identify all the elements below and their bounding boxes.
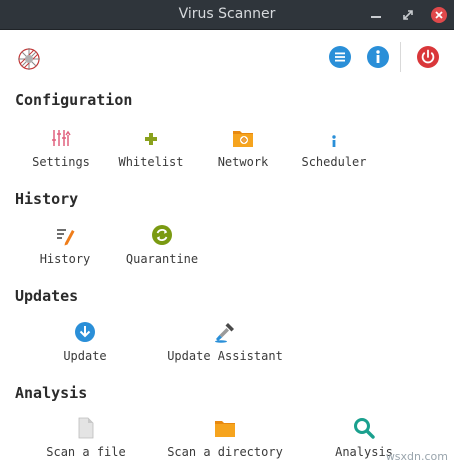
- network-label: Network: [217, 155, 269, 169]
- scheduler-label: Scheduler: [301, 155, 367, 169]
- toolbar-separator: [400, 42, 401, 72]
- update-label: Update: [63, 349, 107, 363]
- section-title-updates: Updates: [15, 287, 79, 305]
- toolbar: [0, 30, 454, 84]
- history-label: History: [39, 252, 91, 266]
- history-list-icon: [57, 229, 75, 246]
- window-title: Virus Scanner: [178, 6, 276, 22]
- plus-icon: [145, 133, 157, 145]
- folder-icon: [215, 421, 235, 437]
- scan-a-directory-button[interactable]: Scan a directory: [166, 417, 284, 459]
- menu-icon[interactable]: [328, 45, 352, 69]
- info-dot-icon: [332, 135, 336, 147]
- network-button[interactable]: Network: [216, 127, 270, 169]
- quarantine-button[interactable]: Quarantine: [124, 224, 200, 266]
- network-folder-icon: [233, 131, 253, 147]
- update-assistant-label: Update Assistant: [167, 349, 283, 363]
- info-icon[interactable]: [366, 45, 390, 69]
- whitelist-button[interactable]: Whitelist: [118, 127, 184, 169]
- quarantine-refresh-icon: [152, 225, 172, 245]
- virus-scanner-logo-icon: [18, 48, 40, 70]
- power-icon[interactable]: [416, 45, 440, 69]
- settings-button[interactable]: Settings: [32, 127, 90, 169]
- section-title-configuration: Configuration: [15, 91, 133, 109]
- settings-label: Settings: [32, 155, 90, 169]
- update-button[interactable]: Update: [60, 321, 110, 363]
- scheduler-button[interactable]: Scheduler: [300, 127, 368, 169]
- section-title-analysis: Analysis: [15, 384, 88, 402]
- watermark-text: wsxdn.com: [385, 450, 448, 463]
- history-button[interactable]: History: [38, 224, 92, 266]
- scan-a-directory-label: Scan a directory: [167, 445, 283, 459]
- quarantine-label: Quarantine: [125, 252, 199, 266]
- settings-sliders-icon: [52, 130, 71, 146]
- download-icon: [75, 322, 95, 342]
- scan-a-file-label: Scan a file: [46, 445, 126, 459]
- update-assistant-button[interactable]: Update Assistant: [166, 321, 284, 363]
- section-title-history: History: [15, 190, 79, 208]
- maximize-icon[interactable]: [400, 7, 416, 23]
- whitelist-label: Whitelist: [118, 155, 184, 169]
- window-titlebar: Virus Scanner: [0, 0, 454, 30]
- file-icon: [78, 417, 94, 439]
- dropper-icon: [215, 323, 234, 343]
- scan-a-file-button[interactable]: Scan a file: [44, 417, 128, 459]
- close-icon[interactable]: [430, 6, 448, 24]
- magnifier-icon: [354, 418, 375, 439]
- minimize-icon[interactable]: [368, 7, 384, 23]
